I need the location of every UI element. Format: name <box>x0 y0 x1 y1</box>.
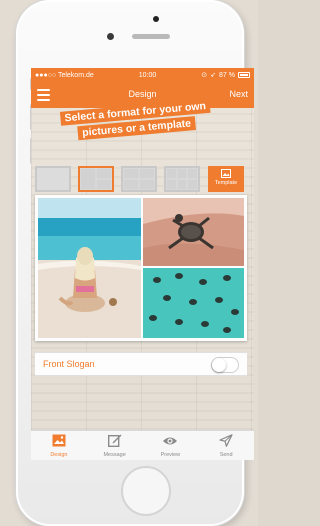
photo-turtles-sea[interactable] <box>143 268 244 338</box>
format-six-grid[interactable] <box>164 166 200 192</box>
photo-collage <box>35 195 247 341</box>
tab-design-label: Design <box>50 452 68 458</box>
photo-beach[interactable] <box>38 198 141 338</box>
image-icon <box>221 169 231 178</box>
clock: 10:00 <box>138 71 157 79</box>
tab-send-label: Send <box>219 452 233 458</box>
toggle-knob <box>212 358 226 372</box>
tab-send[interactable]: Send <box>198 431 254 460</box>
tab-message-label: Message <box>103 452 126 458</box>
app-screen: ●●●○○ Telekom.de 10:00 ⊙ ➶ 87 % Design N… <box>31 68 254 460</box>
pencil-icon <box>107 434 122 447</box>
status-bar: ●●●○○ Telekom.de 10:00 ⊙ ➶ 87 % <box>31 68 254 82</box>
battery-percent: 87 % <box>219 71 235 79</box>
format-three-split[interactable] <box>78 166 114 192</box>
battery-icon <box>237 72 250 78</box>
camera-lens <box>153 16 159 22</box>
tab-preview[interactable]: Preview <box>143 431 199 460</box>
format-four-grid[interactable] <box>121 166 157 192</box>
alarm-icon: ⊙ <box>201 72 208 79</box>
tab-message[interactable]: Message <box>87 431 143 460</box>
tab-preview-label: Preview <box>160 452 181 458</box>
front-slogan-row: Front Slogan <box>35 352 247 376</box>
template-button[interactable]: Template <box>208 166 244 192</box>
tab-design[interactable]: Design <box>31 431 87 460</box>
template-label: Template <box>214 180 238 186</box>
status-icons: ⊙ ➶ 87 % <box>201 71 250 79</box>
format-single[interactable] <box>35 166 71 192</box>
format-selector: Template <box>35 166 250 192</box>
front-slogan-toggle[interactable] <box>211 357 239 373</box>
front-slogan-label: Front Slogan <box>43 359 95 369</box>
paper-plane-icon <box>219 434 233 447</box>
home-button[interactable] <box>121 466 171 516</box>
image-icon <box>52 434 66 447</box>
earpiece-speaker <box>132 34 170 39</box>
tab-bar: Design Message Preview Send <box>31 430 254 460</box>
carrier-label: ●●●○○ Telekom.de <box>35 71 94 79</box>
photo-turtle-hand[interactable] <box>143 198 244 266</box>
front-camera <box>107 33 114 40</box>
location-icon: ➶ <box>210 72 217 79</box>
eye-icon <box>163 437 178 445</box>
